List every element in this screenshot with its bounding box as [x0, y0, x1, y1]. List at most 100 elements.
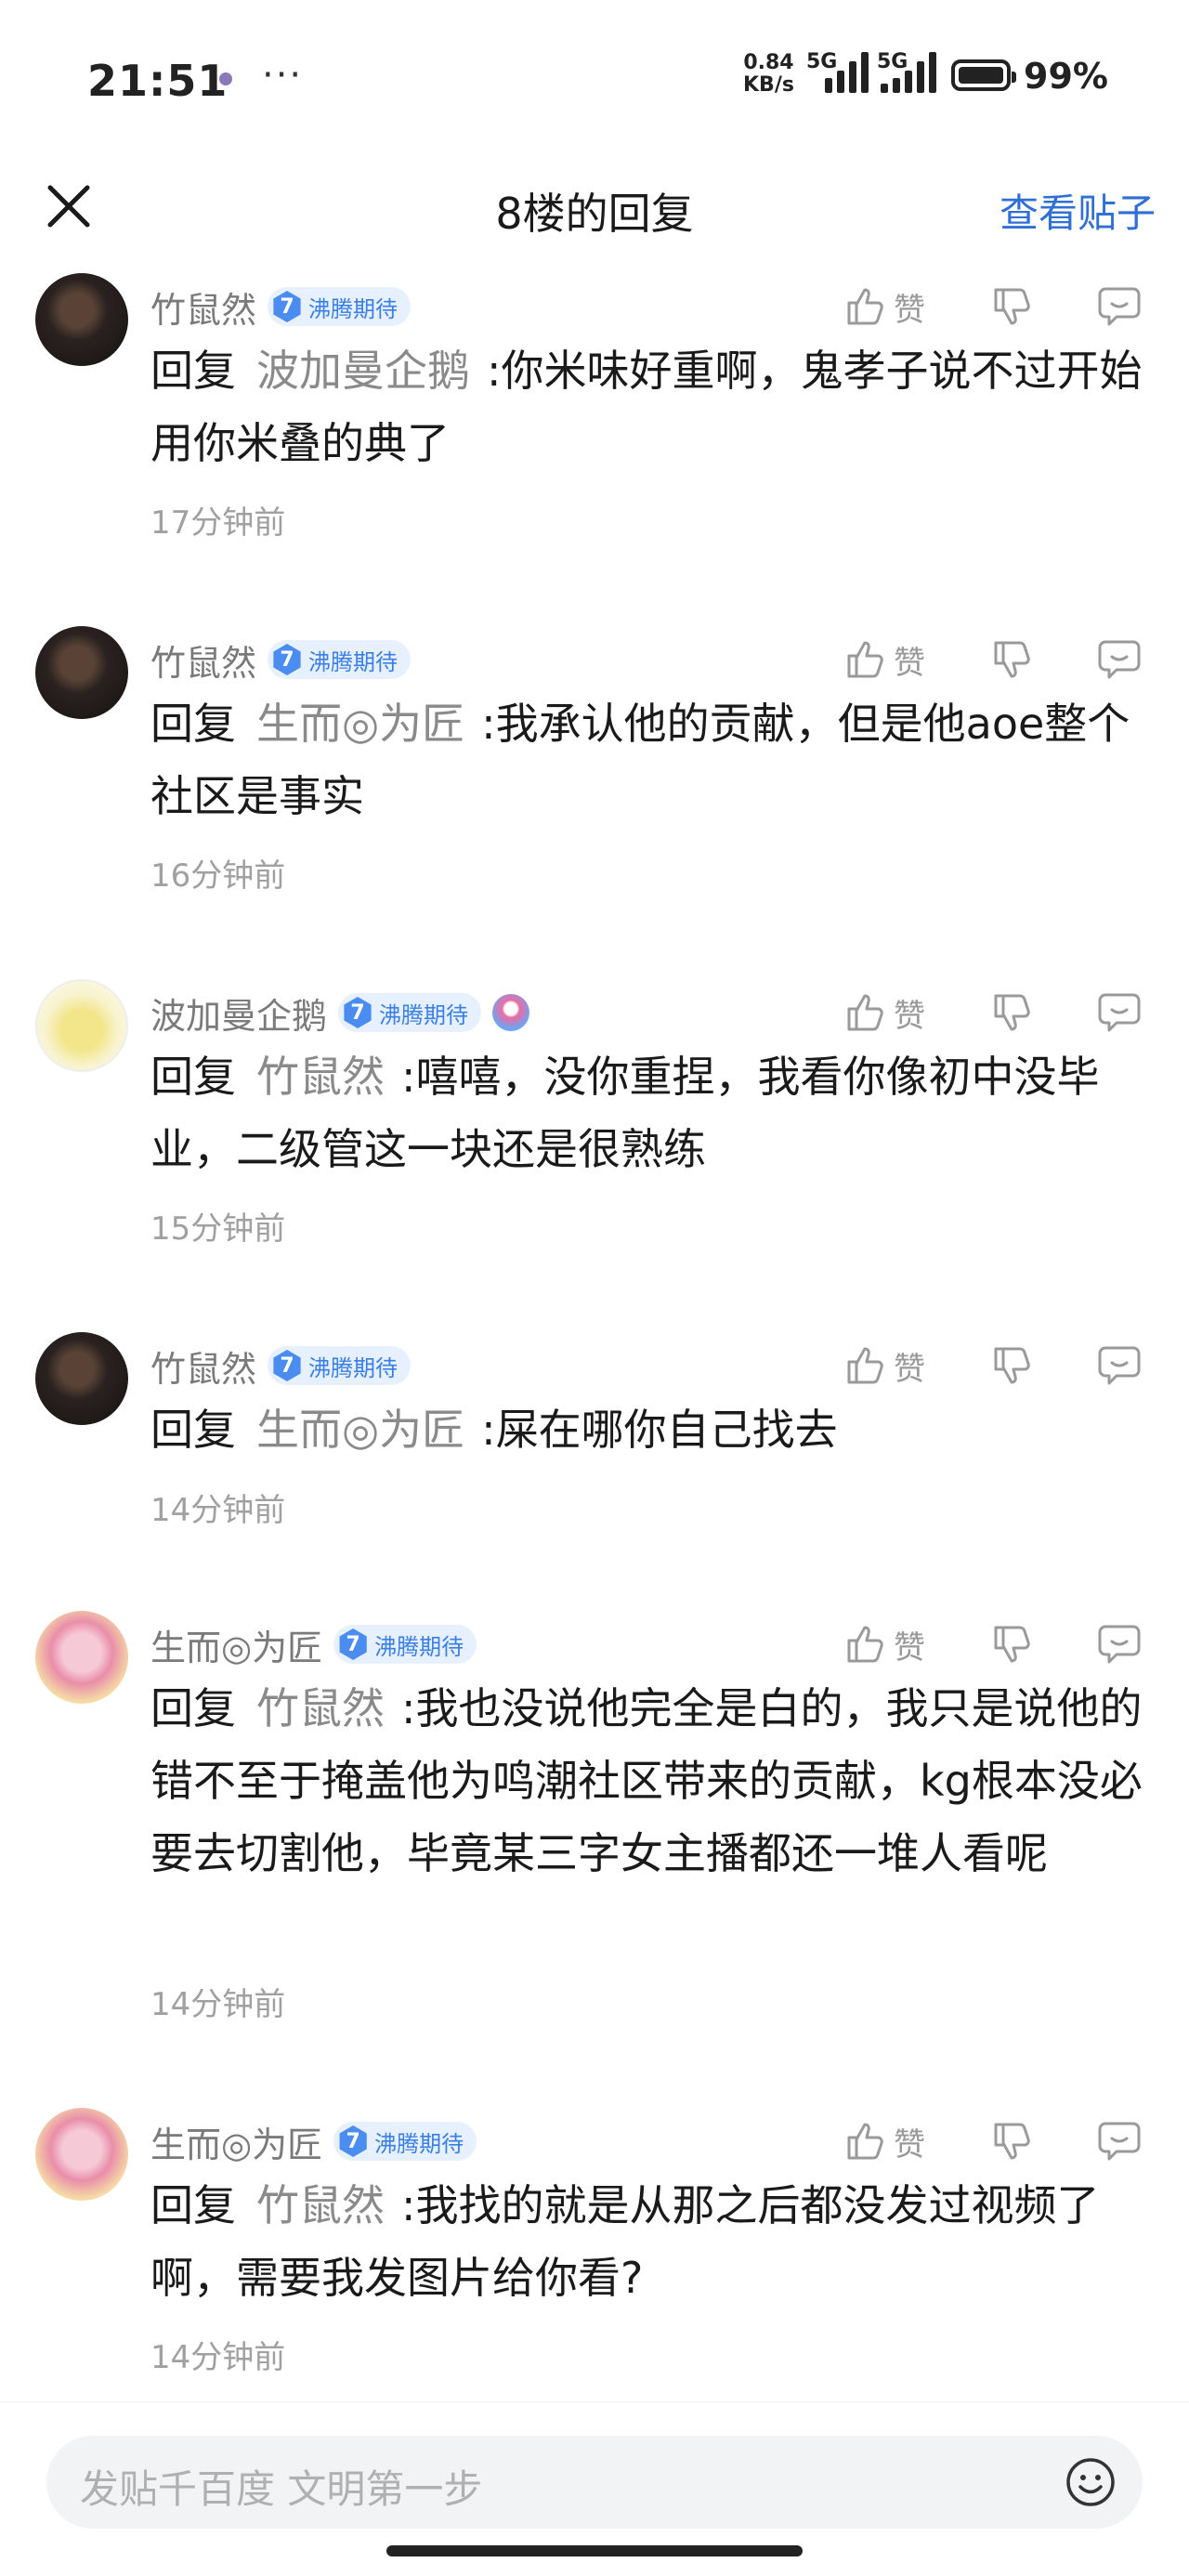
battery-percent: 99% — [1024, 56, 1108, 97]
badge-label: 沸腾期待 — [308, 648, 399, 675]
reply-time: 14分钟前 — [150, 1492, 286, 1529]
level-number: 7 — [339, 1628, 367, 1660]
reply-prefix: 回复 — [150, 1683, 236, 1733]
reply-to-user[interactable]: 竹鼠然 — [256, 1052, 385, 1102]
level-number: 7 — [273, 1350, 301, 1381]
reply-composer-bar: 发贴千百度 文明第一步 — [0, 2401, 1189, 2576]
thumbs-down-icon — [994, 2123, 1030, 2160]
level-badge: 7 沸腾期待 — [268, 287, 412, 326]
level-number: 7 — [273, 644, 301, 675]
avatar[interactable] — [35, 979, 128, 1072]
reply-to-user[interactable]: 波加曼企鹅 — [256, 346, 470, 396]
dislike-button[interactable] — [990, 1336, 1035, 1395]
avatar[interactable] — [35, 1332, 128, 1425]
status-bar: 21:51 ··· 0.84 KB/s 5G 5G 99% — [0, 0, 1189, 158]
level-badge: 7 沸腾期待 — [333, 2122, 477, 2161]
reply-to-user[interactable]: 竹鼠然 — [256, 2180, 385, 2230]
reply-input-placeholder: 发贴千百度 文明第一步 — [80, 2466, 483, 2512]
badge-label: 沸腾期待 — [308, 1354, 399, 1381]
comment-button[interactable] — [1096, 630, 1143, 689]
level-badge: 7 沸腾期待 — [268, 1346, 412, 1385]
thumbs-down-icon — [994, 288, 1030, 325]
reply-content: 回复 生而◎为匠:屎在哪你自己找去 — [150, 1393, 1163, 1466]
thumbs-up-icon — [847, 288, 883, 325]
avatar[interactable] — [35, 626, 128, 719]
username[interactable]: 生而◎为匠 — [150, 2116, 322, 2167]
emoji-icon[interactable] — [1063, 2454, 1118, 2510]
dislike-button[interactable] — [990, 2112, 1035, 2171]
dislike-button[interactable] — [990, 277, 1035, 336]
comment-icon — [1098, 1625, 1141, 1664]
dislike-button[interactable] — [990, 630, 1035, 689]
reply-content: 回复 生而◎为匠:我承认他的贡献，但是他aoe整个社区是事实 — [150, 687, 1163, 832]
reply-prefix: 回复 — [150, 2180, 236, 2230]
reply-actions: 赞 — [843, 1336, 1159, 1395]
reply-actions: 赞 — [843, 277, 1159, 336]
like-button[interactable]: 赞 — [843, 1615, 925, 1674]
view-post-link[interactable]: 查看贴子 — [1000, 182, 1156, 239]
reply-meta: 竹鼠然 7 沸腾期待 — [150, 632, 412, 687]
member-badge-icon — [492, 994, 530, 1031]
comment-button[interactable] — [1096, 983, 1143, 1042]
comment-button[interactable] — [1096, 277, 1143, 336]
badge-label: 沸腾期待 — [379, 1001, 469, 1028]
reply-content: 回复 竹鼠然:嘻嘻，没你重捏，我看你像初中没毕业，二级管这一块还是很熟练 — [150, 1040, 1163, 1185]
like-label: 赞 — [894, 644, 925, 682]
like-button[interactable]: 赞 — [843, 983, 925, 1042]
thumbs-up-icon — [847, 994, 883, 1031]
comment-icon — [1098, 287, 1141, 326]
reply-to-user[interactable]: 生而◎为匠 — [256, 699, 464, 749]
level-number: 7 — [273, 291, 301, 322]
badge-label: 沸腾期待 — [308, 295, 399, 322]
like-button[interactable]: 赞 — [843, 1336, 925, 1395]
reply-content: 回复 波加曼企鹅:你米味好重啊，鬼孝子说不过开始用你米叠的典了 — [150, 334, 1163, 479]
thumbs-up-icon — [847, 1347, 883, 1384]
signal-icon-2 — [881, 52, 936, 93]
reply-meta: 波加曼企鹅 7 沸腾期待 — [150, 985, 530, 1040]
reply-actions: 赞 — [843, 983, 1159, 1042]
username[interactable]: 波加曼企鹅 — [150, 987, 327, 1039]
badge-label: 沸腾期待 — [374, 2130, 464, 2157]
thumbs-up-icon — [847, 2123, 883, 2160]
thumbs-down-icon — [994, 641, 1030, 678]
notification-dot-icon — [219, 72, 232, 85]
level-badge: 7 沸腾期待 — [338, 993, 482, 1032]
comment-icon — [1098, 993, 1141, 1032]
dislike-button[interactable] — [990, 983, 1035, 1042]
status-time: 21:51 — [87, 56, 229, 106]
comment-button[interactable] — [1096, 1615, 1143, 1674]
like-button[interactable]: 赞 — [843, 277, 925, 336]
home-indicator[interactable] — [386, 2545, 803, 2556]
network-speed-value: 0.84 — [743, 51, 794, 74]
like-label: 赞 — [894, 291, 925, 329]
like-button[interactable]: 赞 — [843, 2112, 925, 2171]
username[interactable]: 竹鼠然 — [150, 1340, 256, 1392]
like-label: 赞 — [894, 1628, 925, 1667]
username[interactable]: 竹鼠然 — [150, 281, 256, 333]
avatar[interactable] — [35, 2108, 128, 2201]
thumbs-up-icon — [847, 1626, 883, 1663]
level-number: 7 — [339, 2125, 367, 2157]
reply-text: :屎在哪你自己找去 — [481, 1405, 838, 1455]
thumbs-down-icon — [994, 1626, 1030, 1663]
username[interactable]: 竹鼠然 — [150, 634, 256, 686]
reply-to-user[interactable]: 竹鼠然 — [256, 1683, 385, 1733]
reply-to-user[interactable]: 生而◎为匠 — [256, 1405, 464, 1455]
comment-icon — [1098, 1346, 1141, 1385]
thumbs-down-icon — [994, 994, 1030, 1031]
username[interactable]: 生而◎为匠 — [150, 1619, 322, 1670]
badge-label: 沸腾期待 — [374, 1633, 464, 1660]
level-badge: 7 沸腾期待 — [268, 640, 412, 679]
like-button[interactable]: 赞 — [843, 630, 925, 689]
avatar[interactable] — [35, 273, 128, 366]
reply-meta: 竹鼠然 7 沸腾期待 — [150, 1338, 412, 1393]
reply-prefix: 回复 — [150, 699, 236, 749]
comment-button[interactable] — [1096, 1336, 1143, 1395]
dislike-button[interactable] — [990, 1615, 1035, 1674]
comment-icon — [1098, 640, 1141, 679]
comment-button[interactable] — [1096, 2112, 1143, 2171]
signal-icon — [825, 52, 869, 93]
reply-input[interactable]: 发贴千百度 文明第一步 — [46, 2436, 1143, 2529]
reply-time: 17分钟前 — [150, 504, 286, 542]
avatar[interactable] — [35, 1611, 128, 1704]
